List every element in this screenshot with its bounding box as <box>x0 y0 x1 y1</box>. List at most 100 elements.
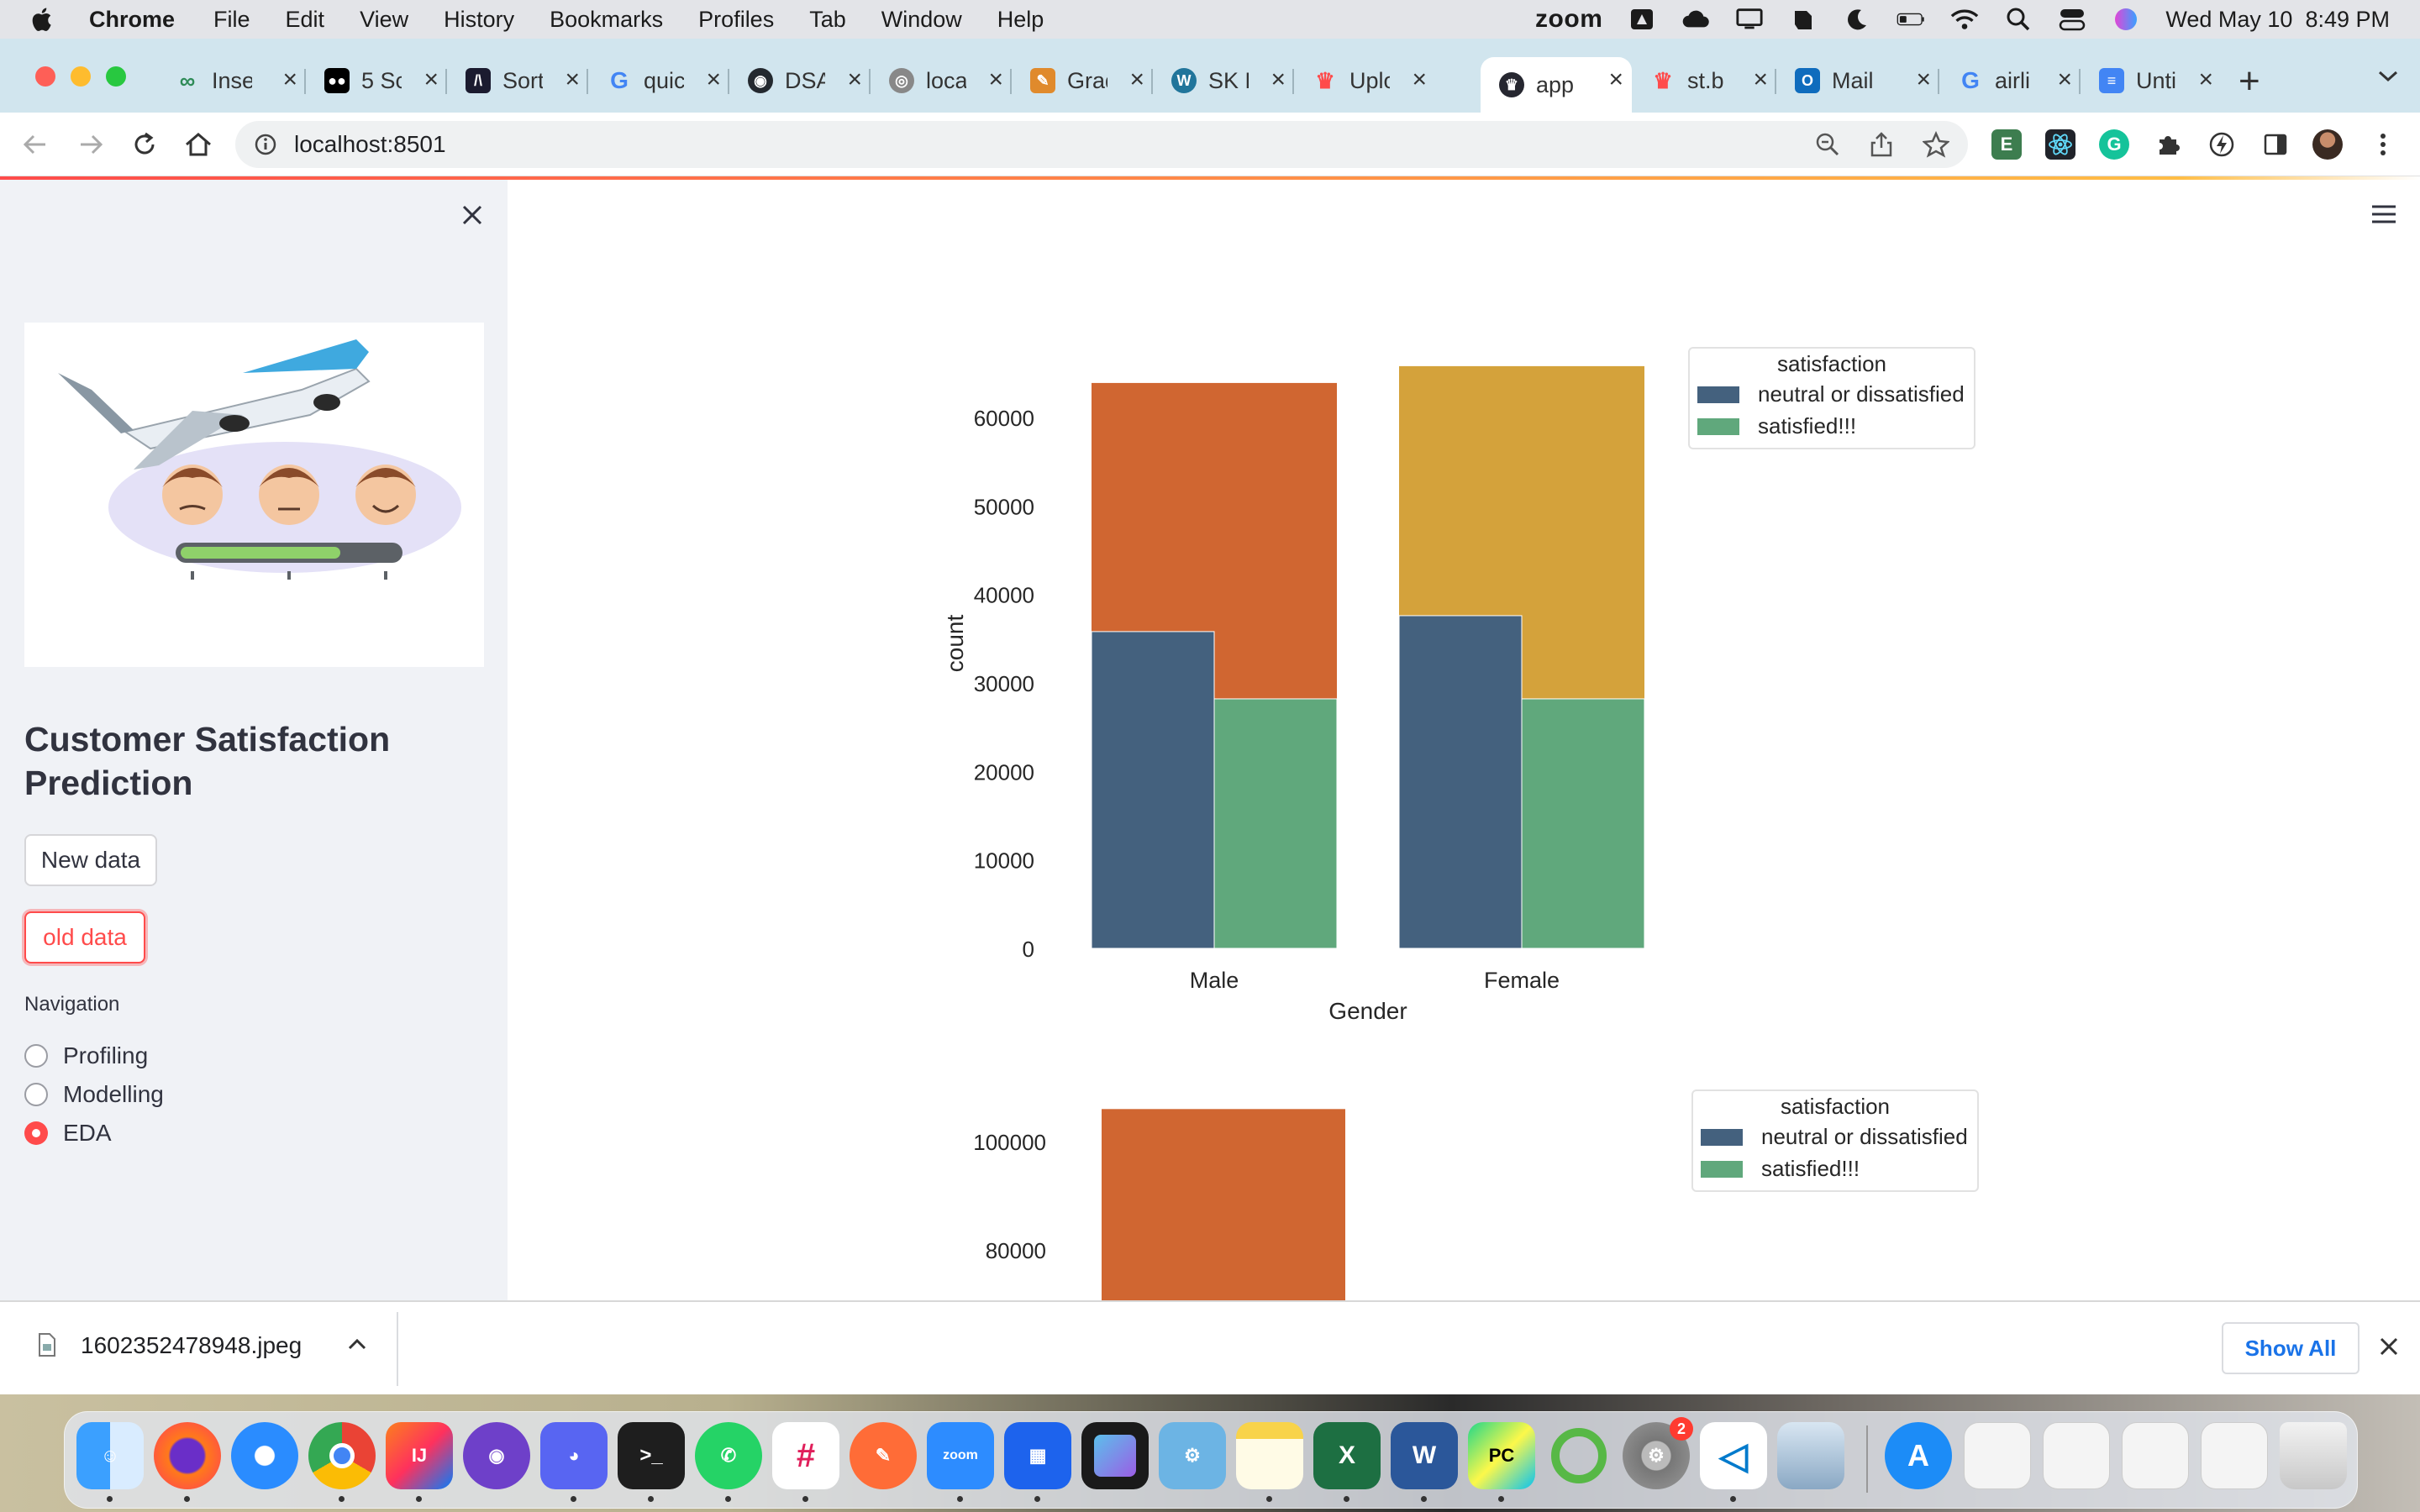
zoom-icon[interactable]: zoom <box>927 1422 994 1489</box>
radio-unselected-icon[interactable] <box>24 1044 48 1068</box>
extension-grammarly-icon[interactable]: G <box>2099 129 2129 160</box>
tab-close-icon[interactable]: × <box>565 67 580 92</box>
extensions-puzzle-icon[interactable] <box>2153 129 2183 160</box>
excel-icon[interactable]: X <box>1313 1422 1381 1489</box>
tab-4[interactable]: ◉ DSA × <box>729 57 871 104</box>
screen-app-icon[interactable] <box>1081 1422 1149 1489</box>
menu-app-name[interactable]: Chrome <box>89 7 175 33</box>
tab-close-icon[interactable]: × <box>2198 67 2213 92</box>
chevron-up-icon[interactable] <box>346 1336 368 1352</box>
menu-tab[interactable]: Tab <box>809 7 846 33</box>
menu-edit[interactable]: Edit <box>286 7 325 33</box>
share-icon[interactable] <box>1869 131 1894 158</box>
menu-view[interactable]: View <box>360 7 408 33</box>
tab-12[interactable]: Gairli × <box>1939 57 2081 104</box>
recent-window-thumbnail[interactable] <box>2122 1422 2189 1489</box>
download-filename[interactable]: 1602352478948.jpeg <box>81 1332 302 1359</box>
tab-close-icon[interactable]: × <box>424 67 439 92</box>
tab-2[interactable]: /\ Sort × <box>447 57 588 104</box>
new-tab-button[interactable]: + <box>2238 60 2260 102</box>
discord-icon[interactable]: ◕ <box>540 1422 608 1489</box>
firefox-icon[interactable] <box>154 1422 221 1489</box>
old-data-button[interactable]: old data <box>24 911 145 963</box>
tab-close-icon[interactable]: × <box>988 67 1003 92</box>
postman-icon[interactable]: ✎ <box>850 1422 917 1489</box>
utility-app-icon[interactable]: ⚙ <box>1159 1422 1226 1489</box>
tab-1[interactable]: ●● 5 Sc × <box>306 57 447 104</box>
nav-radio-eda[interactable]: EDA <box>24 1116 112 1150</box>
profile-avatar[interactable] <box>2312 129 2343 160</box>
terminal-icon[interactable]: >_ <box>618 1422 685 1489</box>
tab-close-icon[interactable]: × <box>1753 67 1768 92</box>
show-all-button[interactable]: Show All <box>2222 1322 2360 1374</box>
tab-7[interactable]: WSK P× <box>1153 57 1294 104</box>
pycharm-icon[interactable]: PC <box>1468 1422 1535 1489</box>
chrome-icon[interactable] <box>308 1422 376 1489</box>
tab-5[interactable]: ◎ loca × <box>871 57 1012 104</box>
extension-react-icon[interactable] <box>2045 129 2075 160</box>
drive-icon[interactable] <box>1628 7 1656 32</box>
extension-bolt-icon[interactable] <box>2207 129 2237 160</box>
notes-icon[interactable] <box>1236 1422 1303 1489</box>
wifi-icon[interactable] <box>1950 7 1979 32</box>
spotlight-search-icon[interactable] <box>2004 7 2033 32</box>
finder-icon[interactable]: ☺ <box>76 1422 144 1489</box>
tab-close-icon[interactable]: × <box>1608 67 1623 92</box>
address-bar[interactable]: localhost:8501 <box>235 121 1968 168</box>
tab-close-icon[interactable]: × <box>847 67 862 92</box>
bookmark-star-icon[interactable] <box>1923 131 1949 158</box>
tab-close-icon[interactable]: × <box>1270 67 1286 92</box>
safari-icon[interactable] <box>231 1422 298 1489</box>
siri-icon[interactable] <box>2112 7 2140 32</box>
docker-icon[interactable]: ▦ <box>1004 1422 1071 1489</box>
vscode-icon[interactable]: ◁ <box>1700 1422 1767 1489</box>
back-button[interactable] <box>18 128 52 161</box>
forward-button[interactable] <box>74 128 108 161</box>
moon-icon[interactable] <box>1843 7 1871 32</box>
window-minimize-button[interactable] <box>71 66 91 87</box>
tab-close-icon[interactable]: × <box>282 67 297 92</box>
reload-button[interactable] <box>128 128 161 161</box>
tab-0[interactable]: ∞ Inse × <box>156 57 306 104</box>
tab-close-icon[interactable]: × <box>1916 67 1931 92</box>
menu-profiles[interactable]: Profiles <box>698 7 774 33</box>
new-data-button[interactable]: New data <box>24 834 157 886</box>
close-shelf-icon[interactable] <box>2376 1334 2402 1359</box>
tab-3[interactable]: Gquic × <box>588 57 729 104</box>
menu-window[interactable]: Window <box>881 7 962 33</box>
word-icon[interactable]: W <box>1391 1422 1458 1489</box>
github-desktop-icon[interactable]: ◉ <box>463 1422 530 1489</box>
menu-clock[interactable]: Wed May 10 8:49 PM <box>2165 7 2390 33</box>
side-panel-icon[interactable] <box>2260 129 2291 160</box>
preview-icon[interactable] <box>1777 1422 1844 1489</box>
close-sidebar-icon[interactable] <box>457 200 487 230</box>
system-settings-icon[interactable]: ⚙ 2 <box>1623 1417 1693 1489</box>
tab-close-icon[interactable]: × <box>706 67 721 92</box>
whatsapp-icon[interactable]: ✆ <box>695 1422 762 1489</box>
zoom-menu-extra[interactable]: zoom <box>1535 5 1602 34</box>
tab-9-active[interactable]: ♛ app × <box>1481 57 1632 113</box>
battery-icon[interactable] <box>1897 7 1925 32</box>
apple-icon[interactable] <box>29 5 57 34</box>
tab-6[interactable]: ✎Grad× <box>1012 57 1153 104</box>
tab-8[interactable]: ♛Uplo× <box>1294 57 1435 104</box>
nav-radio-modelling[interactable]: Modelling <box>24 1078 164 1111</box>
tab-search-chevron-icon[interactable] <box>2376 67 2400 84</box>
window-close-button[interactable] <box>35 66 55 87</box>
app-store-icon[interactable]: A <box>1885 1422 1952 1489</box>
evernote-icon[interactable] <box>1789 7 1818 32</box>
tab-10[interactable]: ♛ st.b × <box>1632 57 1776 104</box>
home-button[interactable] <box>182 128 215 161</box>
url-text[interactable]: localhost:8501 <box>294 131 446 158</box>
window-zoom-button[interactable] <box>106 66 126 87</box>
slack-icon[interactable]: # <box>772 1422 839 1489</box>
display-icon[interactable] <box>1735 7 1764 32</box>
menu-bookmarks[interactable]: Bookmarks <box>550 7 663 33</box>
tab-close-icon[interactable]: × <box>1129 67 1144 92</box>
extension-e-icon[interactable]: E <box>1991 129 2022 160</box>
site-info-icon[interactable] <box>254 133 277 156</box>
tab-13[interactable]: ≡ Unti × <box>2081 57 2222 104</box>
tab-close-icon[interactable]: × <box>2057 67 2072 92</box>
menu-file[interactable]: File <box>213 7 250 33</box>
menu-help[interactable]: Help <box>997 7 1044 33</box>
